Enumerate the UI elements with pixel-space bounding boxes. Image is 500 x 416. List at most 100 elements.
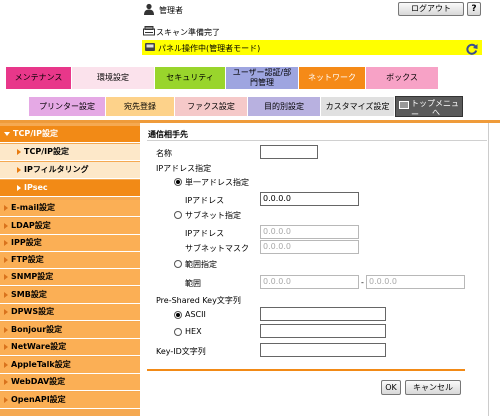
keyid-field[interactable] [260, 343, 386, 357]
subtab-printer[interactable]: プリンター設定 [29, 97, 105, 116]
sidebar-item-label: IPフィルタリング [24, 165, 89, 174]
sidebar-item-label: AppleTalk設定 [11, 360, 71, 369]
sidebar-item-label: SNMP設定 [11, 272, 54, 281]
tab-environment[interactable]: 環境設定 [72, 67, 154, 89]
subnet-radio[interactable] [174, 211, 182, 219]
bullet-arrow-icon [4, 204, 8, 211]
sidebar-item-label: TCP/IP設定 [24, 147, 69, 156]
logout-button[interactable]: ログアウト [398, 2, 464, 16]
sidebar-item-3[interactable]: IPsec [0, 180, 140, 197]
sidebar-item-label: IPP設定 [11, 238, 42, 247]
user-icon [144, 3, 154, 15]
control-panel-icon [145, 43, 155, 51]
subnet-label: サブネット指定 [185, 211, 241, 220]
subtab-purpose[interactable]: 目的別設定 [248, 97, 320, 116]
top-menu-button[interactable]: トップメニュー へ [395, 96, 463, 119]
bullet-arrow-icon [4, 378, 8, 385]
sidebar-item-label: OpenAPI設定 [11, 395, 66, 404]
sidebar-item-label: NetWare設定 [11, 342, 67, 351]
bullet-arrow-icon [4, 222, 8, 229]
tab-maintenance[interactable]: メンテナンス [6, 67, 71, 89]
single-address-label: 単一アドレス指定 [185, 178, 249, 187]
sidebar-item-5[interactable]: LDAP設定 [0, 218, 140, 235]
expand-arrow-icon [4, 131, 10, 136]
tab-network[interactable]: ネットワーク [299, 67, 365, 89]
subtab-customize[interactable]: カスタマイズ設定 [321, 97, 394, 116]
range-from-field[interactable]: 0.0.0.0 [260, 275, 359, 289]
sidebar-item-label: SMB設定 [11, 290, 47, 299]
sidebar-item-label: TCP/IP設定 [13, 129, 58, 138]
range-to-field[interactable]: 0.0.0.0 [366, 275, 465, 289]
top-menu-label-line2: へ [432, 108, 440, 117]
scan-status-text: スキャン準備完了 [156, 28, 220, 37]
subtab-fax[interactable]: ファクス設定 [175, 97, 247, 116]
sidebar-item-label: FTP設定 [11, 255, 44, 264]
bullet-arrow-icon [4, 361, 8, 368]
sidebar-item-4[interactable]: E-mail設定 [0, 200, 140, 217]
sidebar-item-12[interactable]: NetWare設定 [0, 339, 140, 356]
ip-spec-label: IPアドレス指定 [156, 164, 212, 173]
menu-icon [399, 101, 409, 109]
sidebar-item-6[interactable]: IPP設定 [0, 235, 140, 252]
sidebar-item-10[interactable]: DPWS設定 [0, 304, 140, 321]
ascii-label: ASCII [185, 310, 206, 319]
bullet-arrow-icon [17, 166, 21, 173]
sidebar-item-0[interactable]: TCP/IP設定 [0, 126, 140, 143]
range-radio[interactable] [174, 260, 182, 268]
sidebar-item-8[interactable]: SNMP設定 [0, 269, 140, 286]
sidebar-item-13[interactable]: AppleTalk設定 [0, 357, 140, 374]
subnet-ip-label: IPアドレス [185, 229, 225, 238]
scanner-icon [143, 26, 155, 36]
subtab-address[interactable]: 宛先登録 [106, 97, 174, 116]
keyid-label: Key-ID文字列 [156, 347, 206, 356]
subnet-ip-field[interactable]: 0.0.0.0 [260, 225, 359, 239]
single-ip-field[interactable]: 0.0.0.0 [260, 192, 359, 206]
subnet-mask-field[interactable]: 0.0.0.0 [260, 240, 359, 254]
hex-radio[interactable] [174, 328, 182, 336]
ascii-field[interactable] [260, 307, 386, 321]
bullet-arrow-icon [4, 256, 8, 263]
ascii-radio[interactable] [174, 311, 182, 319]
sidebar: TCP/IP設定 TCP/IP設定 IPフィルタリング IPsec E-mail設定 LD… [0, 123, 140, 416]
single-address-radio[interactable] [174, 178, 182, 186]
bullet-arrow-icon [17, 184, 21, 191]
sidebar-item-14[interactable]: WebDAV設定 [0, 374, 140, 391]
tab-user-auth[interactable]: ユーザー認証/部 門管理 [226, 67, 298, 89]
sidebar-item-11[interactable]: Bonjour設定 [0, 322, 140, 339]
range-separator: - [361, 278, 364, 287]
user-label: 管理者 [159, 6, 183, 15]
sidebar-item-9[interactable]: SMB設定 [0, 287, 140, 304]
help-button[interactable]: ? [467, 2, 481, 16]
name-field[interactable] [260, 145, 318, 159]
hex-field[interactable] [260, 324, 386, 338]
psk-label: Pre-Shared Key文字列 [156, 296, 241, 305]
content-scrollbar[interactable] [488, 123, 489, 416]
sidebar-item-7[interactable]: FTP設定 [0, 252, 140, 269]
sidebar-item-label: DPWS設定 [11, 307, 55, 316]
header-bar: 管理者 ログアウト ? スキャン準備完了 パネル操作中(管理者モード) [0, 0, 500, 65]
name-label: 名称 [156, 149, 172, 158]
tab-box[interactable]: ボックス [366, 67, 438, 89]
bullet-arrow-icon [4, 273, 8, 280]
section-title: 通信相手先 [148, 130, 188, 139]
bullet-arrow-icon [4, 326, 8, 333]
bullet-arrow-icon [4, 343, 8, 350]
sidebar-item-label: LDAP設定 [11, 221, 51, 230]
tab-user-auth-line1: ユーザー認証/部 [232, 68, 292, 77]
ok-button[interactable]: OK [381, 380, 401, 395]
section-divider [147, 140, 487, 141]
bullet-arrow-icon [4, 308, 8, 315]
sidebar-item-1[interactable]: TCP/IP設定 [0, 144, 140, 161]
sidebar-item-2[interactable]: IPフィルタリング [0, 162, 140, 179]
sidebar-item-label: IPsec [24, 183, 48, 192]
refresh-icon[interactable] [465, 42, 479, 56]
sidebar-item-label: Bonjour設定 [11, 325, 63, 334]
form-footer-rule [147, 369, 465, 371]
tab-security[interactable]: セキュリティ [155, 67, 225, 89]
bullet-arrow-icon [4, 291, 8, 298]
sidebar-item-label: E-mail設定 [11, 203, 56, 212]
range-label: 範囲指定 [185, 260, 217, 269]
bullet-arrow-icon [4, 396, 8, 403]
cancel-button[interactable]: キャンセル [405, 380, 461, 395]
sidebar-item-15[interactable]: OpenAPI設定 [0, 392, 140, 409]
